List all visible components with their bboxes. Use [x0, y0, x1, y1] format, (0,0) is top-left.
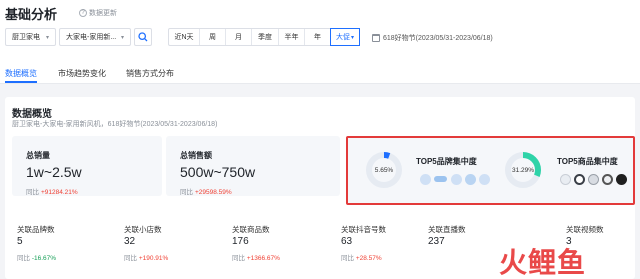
chevron-down-icon: ▾	[120, 34, 124, 41]
period-promotion[interactable]: 大促 ▾	[330, 28, 360, 46]
watermark-logo: 火鲤鱼	[497, 238, 640, 279]
period-selector: 近N天 周 月 季度 半年 年 大促 ▾	[168, 28, 360, 46]
tab-sales-method[interactable]: 销售方式分布	[126, 68, 174, 79]
total-sales-volume-card: 总销量 1w~2.5w 同比 +91284.21%	[12, 136, 162, 196]
tab-market-trend[interactable]: 市场趋势变化	[58, 68, 106, 79]
stat-yoy: 同比 -16.67%	[17, 255, 57, 262]
stat-yoy: 同比 +190.91%	[124, 255, 169, 262]
stat-label: 关联商品数	[232, 225, 270, 234]
data-update-info[interactable]: ? 数据更新	[79, 8, 117, 18]
overview-subtitle: 厨卫家电-大家电-家用新风机，618好物节(2023/05/31-2023/06…	[12, 121, 218, 128]
stat-yoy: 同比 +28.57%	[341, 255, 382, 262]
card-yoy: 同比 +29598.59%	[180, 189, 232, 196]
stat-label: 关联视频数	[566, 225, 604, 234]
stat-value: 63	[341, 236, 353, 247]
search-button[interactable]	[134, 28, 152, 46]
stat-value: 237	[428, 236, 445, 247]
category-level1-select[interactable]: 厨卫家电 ▾	[5, 28, 56, 46]
brand-logo-icon[interactable]	[479, 174, 490, 185]
overview-title: 数据概览	[12, 109, 52, 120]
stat-label: 关联抖音号数	[341, 225, 386, 234]
brand-concentration-title: TOP5品牌集中度	[416, 157, 477, 166]
total-sales-amount-card: 总销售额 500w~750w 同比 +29598.59%	[166, 136, 340, 196]
stat-label: 关联品牌数	[17, 225, 55, 234]
category-level1-value: 厨卫家电	[12, 34, 40, 41]
period-month[interactable]: 月	[226, 29, 252, 45]
category-level2-select[interactable]: 大家电-家用新... ▾	[59, 28, 131, 46]
brand-concentration-percent: 5.65%	[374, 167, 394, 174]
product-thumbnail-icon[interactable]	[574, 174, 585, 185]
period-week[interactable]: 周	[200, 29, 226, 45]
period-promotion-label: 大促	[335, 34, 350, 41]
header-bar: 基础分析 ? 数据更新 厨卫家电 ▾ 大家电-家用新... ▾ 近N天 周 月 …	[0, 0, 640, 62]
page-title: 基础分析	[5, 7, 58, 22]
product-concentration-percent: 31.29%	[511, 167, 535, 174]
tab-active-indicator	[5, 81, 37, 83]
card-label: 总销量	[26, 151, 50, 160]
watermark-text: 火鲤鱼	[499, 246, 587, 279]
card-value: 500w~750w	[180, 164, 256, 180]
card-yoy: 同比 +91284.21%	[26, 189, 78, 196]
product-concentration-title: TOP5商品集中度	[557, 157, 618, 166]
data-update-label: 数据更新	[89, 10, 117, 17]
brand-logo-icon[interactable]	[451, 174, 462, 185]
date-range-text: 618好物节(2023/05/31-2023/06/18)	[383, 35, 493, 42]
card-value: 1w~2.5w	[26, 164, 82, 180]
period-year[interactable]: 年	[305, 29, 331, 45]
search-icon	[138, 32, 148, 42]
period-half-year[interactable]: 半年	[279, 29, 305, 45]
category-level2-value: 大家电-家用新...	[66, 34, 117, 41]
product-thumbnail-icon[interactable]	[602, 174, 613, 185]
brand-logo-icon[interactable]	[420, 174, 431, 185]
period-recent-n-days[interactable]: 近N天	[169, 29, 200, 45]
product-thumbnail-icon[interactable]	[588, 174, 599, 185]
calendar-icon	[372, 34, 380, 42]
stat-value: 32	[124, 236, 136, 247]
stat-label: 关联直播数	[428, 225, 466, 234]
card-label: 总销售额	[180, 151, 212, 160]
tab-overview[interactable]: 数据概览	[5, 68, 37, 79]
concentration-highlight-box: 5.65% TOP5品牌集中度 31.29% TOP5商品集中度	[346, 136, 635, 205]
stat-value: 5	[17, 236, 23, 247]
tab-bar: 数据概览 市场趋势变化 销售方式分布	[0, 62, 640, 84]
help-icon: ?	[79, 9, 87, 17]
brand-logo-icon[interactable]	[434, 176, 447, 182]
chevron-down-icon: ▾	[45, 34, 49, 41]
stat-label: 关联小店数	[124, 225, 162, 234]
chevron-down-icon: ▾	[350, 34, 354, 41]
product-thumbnail-icon[interactable]	[560, 174, 571, 185]
date-range[interactable]: 618好物节(2023/05/31-2023/06/18)	[372, 33, 493, 43]
period-quarter[interactable]: 季度	[252, 29, 279, 45]
stat-value: 176	[232, 236, 249, 247]
brand-logo-icon[interactable]	[465, 174, 476, 185]
product-thumbnail-icon[interactable]	[616, 174, 627, 185]
stat-yoy: 同比 +1366.67%	[232, 255, 280, 262]
